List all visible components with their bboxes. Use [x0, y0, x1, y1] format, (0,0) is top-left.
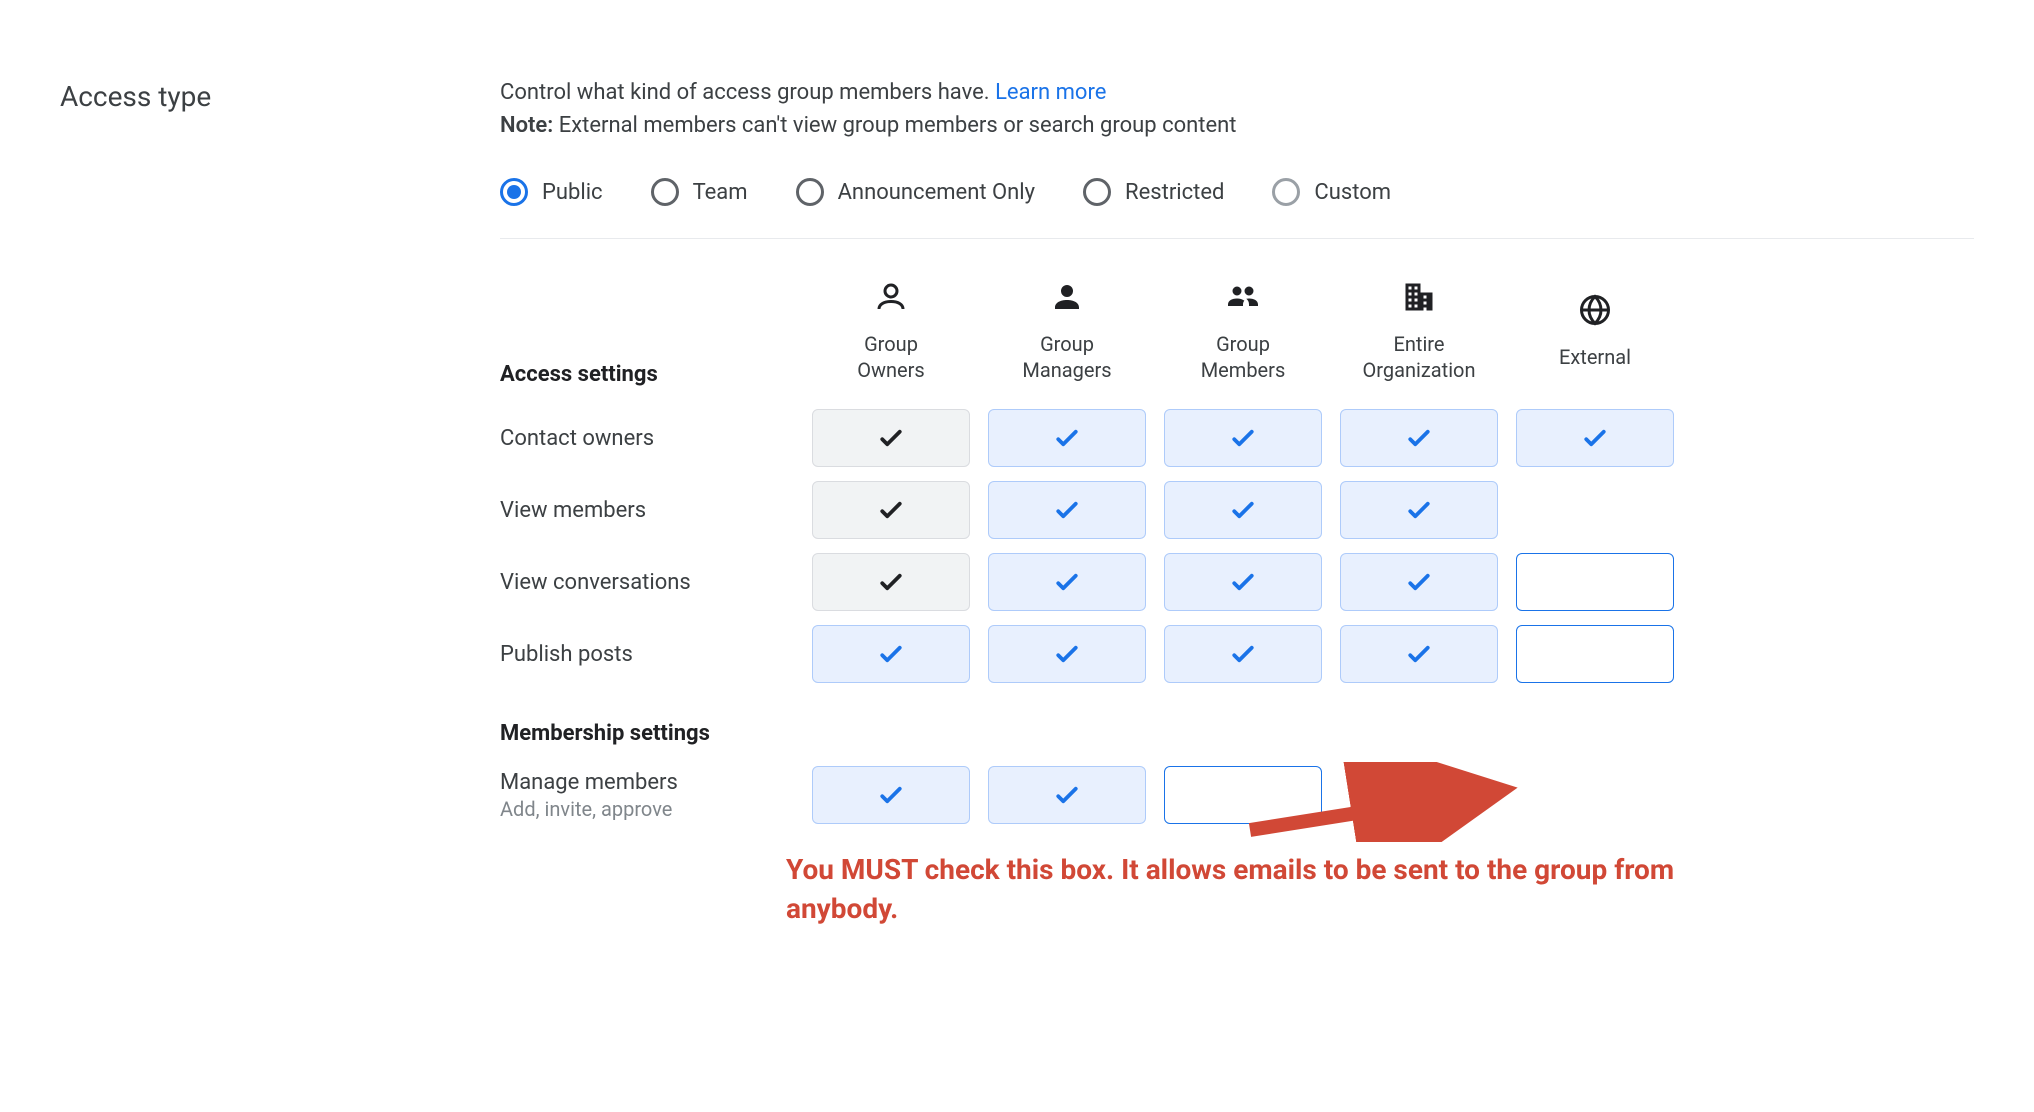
column-header-label: External	[1510, 344, 1680, 370]
radio-label: Public	[542, 180, 603, 205]
permission-cell[interactable]	[1164, 625, 1322, 683]
permission-cell[interactable]	[988, 409, 1146, 467]
permission-cell[interactable]	[812, 409, 970, 467]
row-label: View members	[500, 498, 800, 523]
permission-cell[interactable]	[988, 553, 1146, 611]
access-description: Control what kind of access group member…	[500, 80, 1974, 105]
radio-circle-icon	[651, 178, 679, 206]
access-type-radio-group: Public Team Announcement Only Restricted Cus…	[500, 178, 1974, 239]
radio-custom[interactable]: Custom	[1272, 178, 1391, 206]
radio-circle-icon	[1272, 178, 1300, 206]
permission-cell[interactable]	[1340, 553, 1498, 611]
learn-more-link[interactable]: Learn more	[995, 80, 1106, 105]
person-outline-icon	[806, 279, 976, 331]
permission-cell[interactable]	[1164, 766, 1322, 824]
note-line: Note: External members can't view group …	[500, 113, 1974, 138]
permission-cell[interactable]	[1164, 409, 1322, 467]
column-header-label: GroupOwners	[806, 331, 976, 383]
row-label: Publish posts	[500, 642, 800, 667]
column-header-label: GroupMembers	[1158, 331, 1328, 383]
column-header-label: GroupManagers	[982, 331, 1152, 383]
radio-circle-icon	[1083, 178, 1111, 206]
column-header-label: EntireOrganization	[1334, 331, 1504, 383]
permission-cell[interactable]	[812, 625, 970, 683]
person-fill-icon	[982, 279, 1152, 331]
domain-icon	[1334, 279, 1504, 331]
column-header-group-members: GroupMembers	[1158, 279, 1328, 399]
radio-label: Restricted	[1125, 180, 1224, 205]
permission-cell[interactable]	[1516, 625, 1674, 683]
note-bold: Note:	[500, 113, 553, 138]
permission-cell[interactable]	[988, 625, 1146, 683]
section-title: Access type	[60, 80, 500, 113]
column-header-external: External	[1510, 292, 1680, 386]
permission-cell[interactable]	[812, 553, 970, 611]
permission-cell[interactable]	[812, 766, 970, 824]
radio-public[interactable]: Public	[500, 178, 603, 206]
annotation-text: You MUST check this box. It allows email…	[786, 850, 1686, 928]
permission-cell[interactable]	[1516, 409, 1674, 467]
people-fill-icon	[1158, 279, 1328, 331]
membership-settings-heading: Membership settings	[500, 693, 1680, 756]
permission-cell[interactable]	[988, 766, 1146, 824]
row-sublabel: Add, invite, approve	[500, 797, 800, 821]
description-text: Control what kind of access group member…	[500, 80, 995, 105]
column-header-group-managers: GroupManagers	[982, 279, 1152, 399]
permission-cell[interactable]	[1340, 481, 1498, 539]
permission-cell[interactable]	[988, 481, 1146, 539]
permission-cell[interactable]	[1516, 553, 1674, 611]
access-settings-heading: Access settings	[500, 362, 800, 399]
row-label: Contact owners	[500, 426, 800, 451]
radio-label: Announcement Only	[838, 180, 1035, 205]
column-header-group-owners: GroupOwners	[806, 279, 976, 399]
radio-announcement-only[interactable]: Announcement Only	[796, 178, 1035, 206]
radio-team[interactable]: Team	[651, 178, 748, 206]
column-header-entire-organization: EntireOrganization	[1334, 279, 1504, 399]
note-text: External members can't view group member…	[553, 113, 1236, 138]
permission-cell[interactable]	[1340, 625, 1498, 683]
radio-restricted[interactable]: Restricted	[1083, 178, 1224, 206]
row-label: Manage membersAdd, invite, approve	[500, 770, 800, 821]
radio-circle-icon	[500, 178, 528, 206]
permission-cell[interactable]	[1340, 409, 1498, 467]
permission-cell[interactable]	[1164, 481, 1322, 539]
row-label: View conversations	[500, 570, 800, 595]
permission-cell[interactable]	[1164, 553, 1322, 611]
permissions-grid: Access settingsGroupOwnersGroupManagersG…	[500, 279, 1974, 828]
radio-label: Custom	[1314, 180, 1391, 205]
radio-label: Team	[693, 180, 748, 205]
radio-circle-icon	[796, 178, 824, 206]
globe-icon	[1510, 292, 1680, 344]
permission-cell[interactable]	[812, 481, 970, 539]
